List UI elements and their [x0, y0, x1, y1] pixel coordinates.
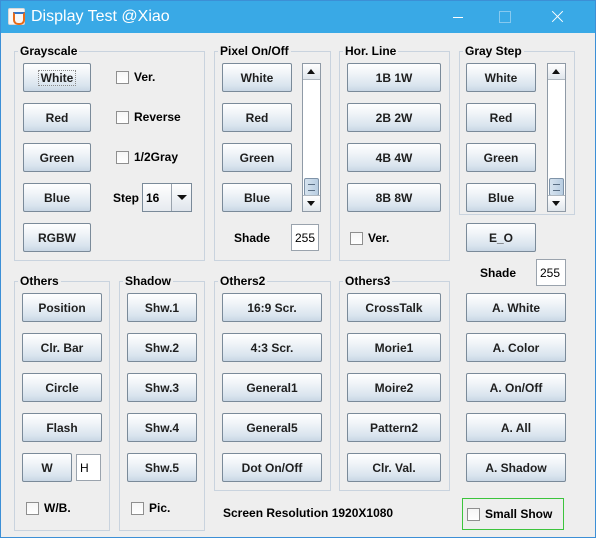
- checkbox-box[interactable]: [131, 501, 144, 515]
- others-title: Others: [18, 274, 61, 288]
- maximize-button[interactable]: [481, 1, 527, 33]
- chevron-down-icon[interactable]: [171, 184, 191, 211]
- graystep-white-button[interactable]: White: [466, 63, 536, 92]
- checkbox-box[interactable]: [116, 70, 129, 84]
- h-field[interactable]: H: [76, 454, 101, 481]
- grayscale-ver-checkbox[interactable]: Ver.: [116, 70, 155, 84]
- pixel-red-button[interactable]: Red: [222, 103, 292, 132]
- grayscale-halfgray-checkbox[interactable]: 1/2Gray: [116, 150, 178, 164]
- grayscale-title: Grayscale: [18, 44, 80, 58]
- gray-step-title: Gray Step: [463, 44, 524, 58]
- shw3-button[interactable]: Shw.3: [127, 373, 197, 402]
- step-value: 16: [146, 190, 160, 205]
- general1-button[interactable]: General1: [222, 373, 322, 402]
- pixel-shade-field[interactable]: 255: [291, 224, 319, 251]
- flash-button[interactable]: Flash: [22, 413, 102, 442]
- graystep-green-button[interactable]: Green: [466, 143, 536, 172]
- hline-8b8w-button[interactable]: 8B 8W: [347, 183, 441, 212]
- pixel-onoff-title: Pixel On/Off: [218, 44, 291, 58]
- scr-4-3-button[interactable]: 4:3 Scr.: [222, 333, 322, 362]
- graystep-scrollbar[interactable]: [547, 63, 566, 212]
- scr-16-9-button[interactable]: 16:9 Scr.: [222, 293, 322, 322]
- java-app-icon: [8, 8, 25, 25]
- circle-button[interactable]: Circle: [22, 373, 102, 402]
- w-button[interactable]: W: [22, 453, 72, 482]
- shw4-button[interactable]: Shw.4: [127, 413, 197, 442]
- grayscale-blue-button[interactable]: Blue: [23, 183, 91, 212]
- pixel-green-button[interactable]: Green: [222, 143, 292, 172]
- graystep-blue-button[interactable]: Blue: [466, 183, 536, 212]
- graystep-red-button[interactable]: Red: [466, 103, 536, 132]
- clr-val-button[interactable]: Clr. Val.: [347, 453, 441, 482]
- scroll-down-icon[interactable]: [303, 195, 320, 211]
- checkbox-box[interactable]: [350, 231, 363, 245]
- a-white-button[interactable]: A. White: [466, 293, 566, 322]
- hline-1b1w-button[interactable]: 1B 1W: [347, 63, 441, 92]
- checkbox-box[interactable]: [26, 501, 39, 515]
- hor-line-title: Hor. Line: [343, 44, 399, 58]
- dot-onoff-button[interactable]: Dot On/Off: [222, 453, 322, 482]
- grayscale-red-button[interactable]: Red: [23, 103, 91, 132]
- checkbox-box[interactable]: [116, 150, 129, 164]
- graystep-shade-label: Shade: [480, 266, 517, 280]
- a-color-button[interactable]: A. Color: [466, 333, 566, 362]
- checkbox-box[interactable]: [467, 507, 480, 521]
- small-show-checkbox[interactable]: Small Show: [467, 507, 552, 521]
- others2-title: Others2: [218, 274, 268, 288]
- scrollbar-thumb[interactable]: [549, 178, 564, 196]
- grayscale-green-button[interactable]: Green: [23, 143, 91, 172]
- hline-2b2w-button[interactable]: 2B 2W: [347, 103, 441, 132]
- clr-bar-button[interactable]: Clr. Bar: [22, 333, 102, 362]
- hline-4b4w-button[interactable]: 4B 4W: [347, 143, 441, 172]
- screen-resolution-text: Screen Resolution 1920X1080: [223, 506, 394, 520]
- general5-button[interactable]: General5: [222, 413, 322, 442]
- checkbox-box[interactable]: [116, 110, 129, 124]
- pic-checkbox[interactable]: Pic.: [131, 501, 170, 515]
- window-title: Display Test @Xiao: [31, 8, 170, 25]
- graystep-eo-button[interactable]: E_O: [466, 223, 536, 252]
- scroll-up-icon[interactable]: [303, 64, 320, 80]
- hline-ver-checkbox[interactable]: Ver.: [350, 231, 389, 245]
- step-label: Step: [113, 191, 140, 205]
- pixel-white-button[interactable]: White: [222, 63, 292, 92]
- grayscale-white-button[interactable]: White: [23, 63, 91, 92]
- scroll-up-icon[interactable]: [548, 64, 565, 80]
- a-onoff-button[interactable]: A. On/Off: [466, 373, 566, 402]
- morie1-button[interactable]: Morie1: [347, 333, 441, 362]
- shw2-button[interactable]: Shw.2: [127, 333, 197, 362]
- scrollbar-thumb[interactable]: [304, 178, 319, 196]
- pixel-blue-button[interactable]: Blue: [222, 183, 292, 212]
- close-button[interactable]: [527, 1, 589, 33]
- crosstalk-button[interactable]: CrossTalk: [347, 293, 441, 322]
- step-select[interactable]: 16: [142, 183, 192, 212]
- shw1-button[interactable]: Shw.1: [127, 293, 197, 322]
- grayscale-rgbw-button[interactable]: RGBW: [23, 223, 91, 252]
- title-bar[interactable]: Display Test @Xiao: [1, 1, 595, 33]
- shw5-button[interactable]: Shw.5: [127, 453, 197, 482]
- wb-checkbox[interactable]: W/B.: [26, 501, 71, 515]
- others3-title: Others3: [343, 274, 393, 288]
- shadow-title: Shadow: [123, 274, 174, 288]
- pixel-shade-label: Shade: [234, 231, 271, 245]
- graystep-shade-field[interactable]: 255: [536, 259, 566, 286]
- app-window: Display Test @Xiao Grayscale White Red G…: [0, 0, 596, 538]
- scroll-down-icon[interactable]: [548, 195, 565, 211]
- minimize-button[interactable]: [435, 1, 481, 33]
- position-button[interactable]: Position: [22, 293, 102, 322]
- grayscale-reverse-checkbox[interactable]: Reverse: [116, 110, 181, 124]
- a-all-button[interactable]: A. All: [466, 413, 566, 442]
- moire2-button[interactable]: Moire2: [347, 373, 441, 402]
- pixel-shade-scrollbar[interactable]: [302, 63, 321, 212]
- pattern2-button[interactable]: Pattern2: [347, 413, 441, 442]
- a-shadow-button[interactable]: A. Shadow: [466, 453, 566, 482]
